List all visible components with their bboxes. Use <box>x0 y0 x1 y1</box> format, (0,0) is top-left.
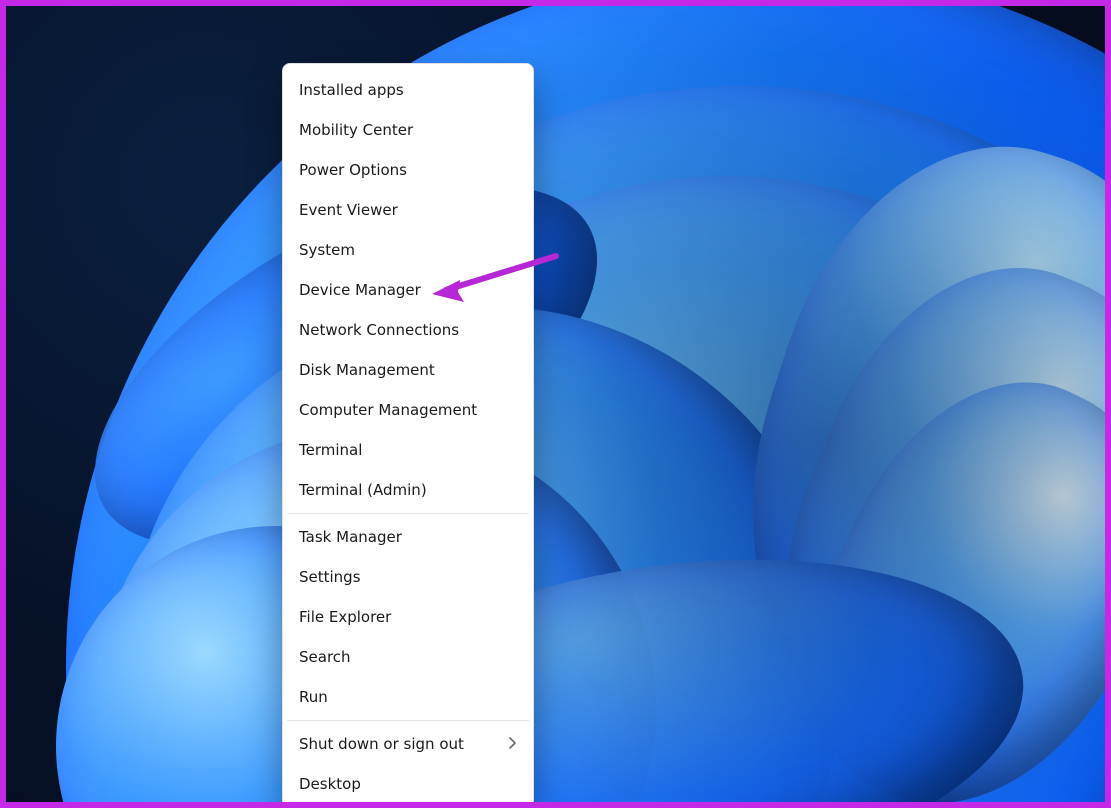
menu-item-label: Settings <box>299 568 361 586</box>
menu-item-disk-management[interactable]: Disk Management <box>285 350 531 390</box>
menu-item-network-connections[interactable]: Network Connections <box>285 310 531 350</box>
menu-item-label: Shut down or sign out <box>299 735 464 753</box>
menu-item-label: System <box>299 241 355 259</box>
menu-item-device-manager[interactable]: Device Manager <box>285 270 531 310</box>
menu-item-label: Event Viewer <box>299 201 398 219</box>
menu-separator <box>287 720 529 721</box>
menu-item-label: Mobility Center <box>299 121 413 139</box>
menu-item-label: Run <box>299 688 328 706</box>
menu-item-label: File Explorer <box>299 608 391 626</box>
menu-item-search[interactable]: Search <box>285 637 531 677</box>
menu-item-computer-management[interactable]: Computer Management <box>285 390 531 430</box>
menu-item-power-options[interactable]: Power Options <box>285 150 531 190</box>
menu-item-mobility-center[interactable]: Mobility Center <box>285 110 531 150</box>
menu-item-task-manager[interactable]: Task Manager <box>285 517 531 557</box>
chevron-right-icon <box>509 737 517 752</box>
screenshot-frame: Installed apps Mobility Center Power Opt… <box>0 0 1111 808</box>
menu-item-terminal-admin[interactable]: Terminal (Admin) <box>285 470 531 510</box>
menu-item-label: Device Manager <box>299 281 421 299</box>
menu-item-label: Computer Management <box>299 401 477 419</box>
desktop-wallpaper <box>6 6 1105 802</box>
menu-item-shut-down-or-sign-out[interactable]: Shut down or sign out <box>285 724 531 764</box>
menu-item-event-viewer[interactable]: Event Viewer <box>285 190 531 230</box>
menu-item-desktop[interactable]: Desktop <box>285 764 531 804</box>
menu-item-installed-apps[interactable]: Installed apps <box>285 70 531 110</box>
menu-item-label: Installed apps <box>299 81 404 99</box>
menu-item-label: Disk Management <box>299 361 435 379</box>
menu-item-terminal[interactable]: Terminal <box>285 430 531 470</box>
menu-item-system[interactable]: System <box>285 230 531 270</box>
menu-item-label: Terminal (Admin) <box>299 481 427 499</box>
winx-context-menu[interactable]: Installed apps Mobility Center Power Opt… <box>282 63 534 808</box>
menu-item-label: Terminal <box>299 441 362 459</box>
menu-item-run[interactable]: Run <box>285 677 531 717</box>
menu-item-settings[interactable]: Settings <box>285 557 531 597</box>
menu-item-label: Search <box>299 648 351 666</box>
menu-item-label: Task Manager <box>299 528 402 546</box>
menu-item-label: Desktop <box>299 775 361 793</box>
menu-item-file-explorer[interactable]: File Explorer <box>285 597 531 637</box>
menu-separator <box>287 513 529 514</box>
menu-item-label: Network Connections <box>299 321 459 339</box>
menu-item-label: Power Options <box>299 161 407 179</box>
